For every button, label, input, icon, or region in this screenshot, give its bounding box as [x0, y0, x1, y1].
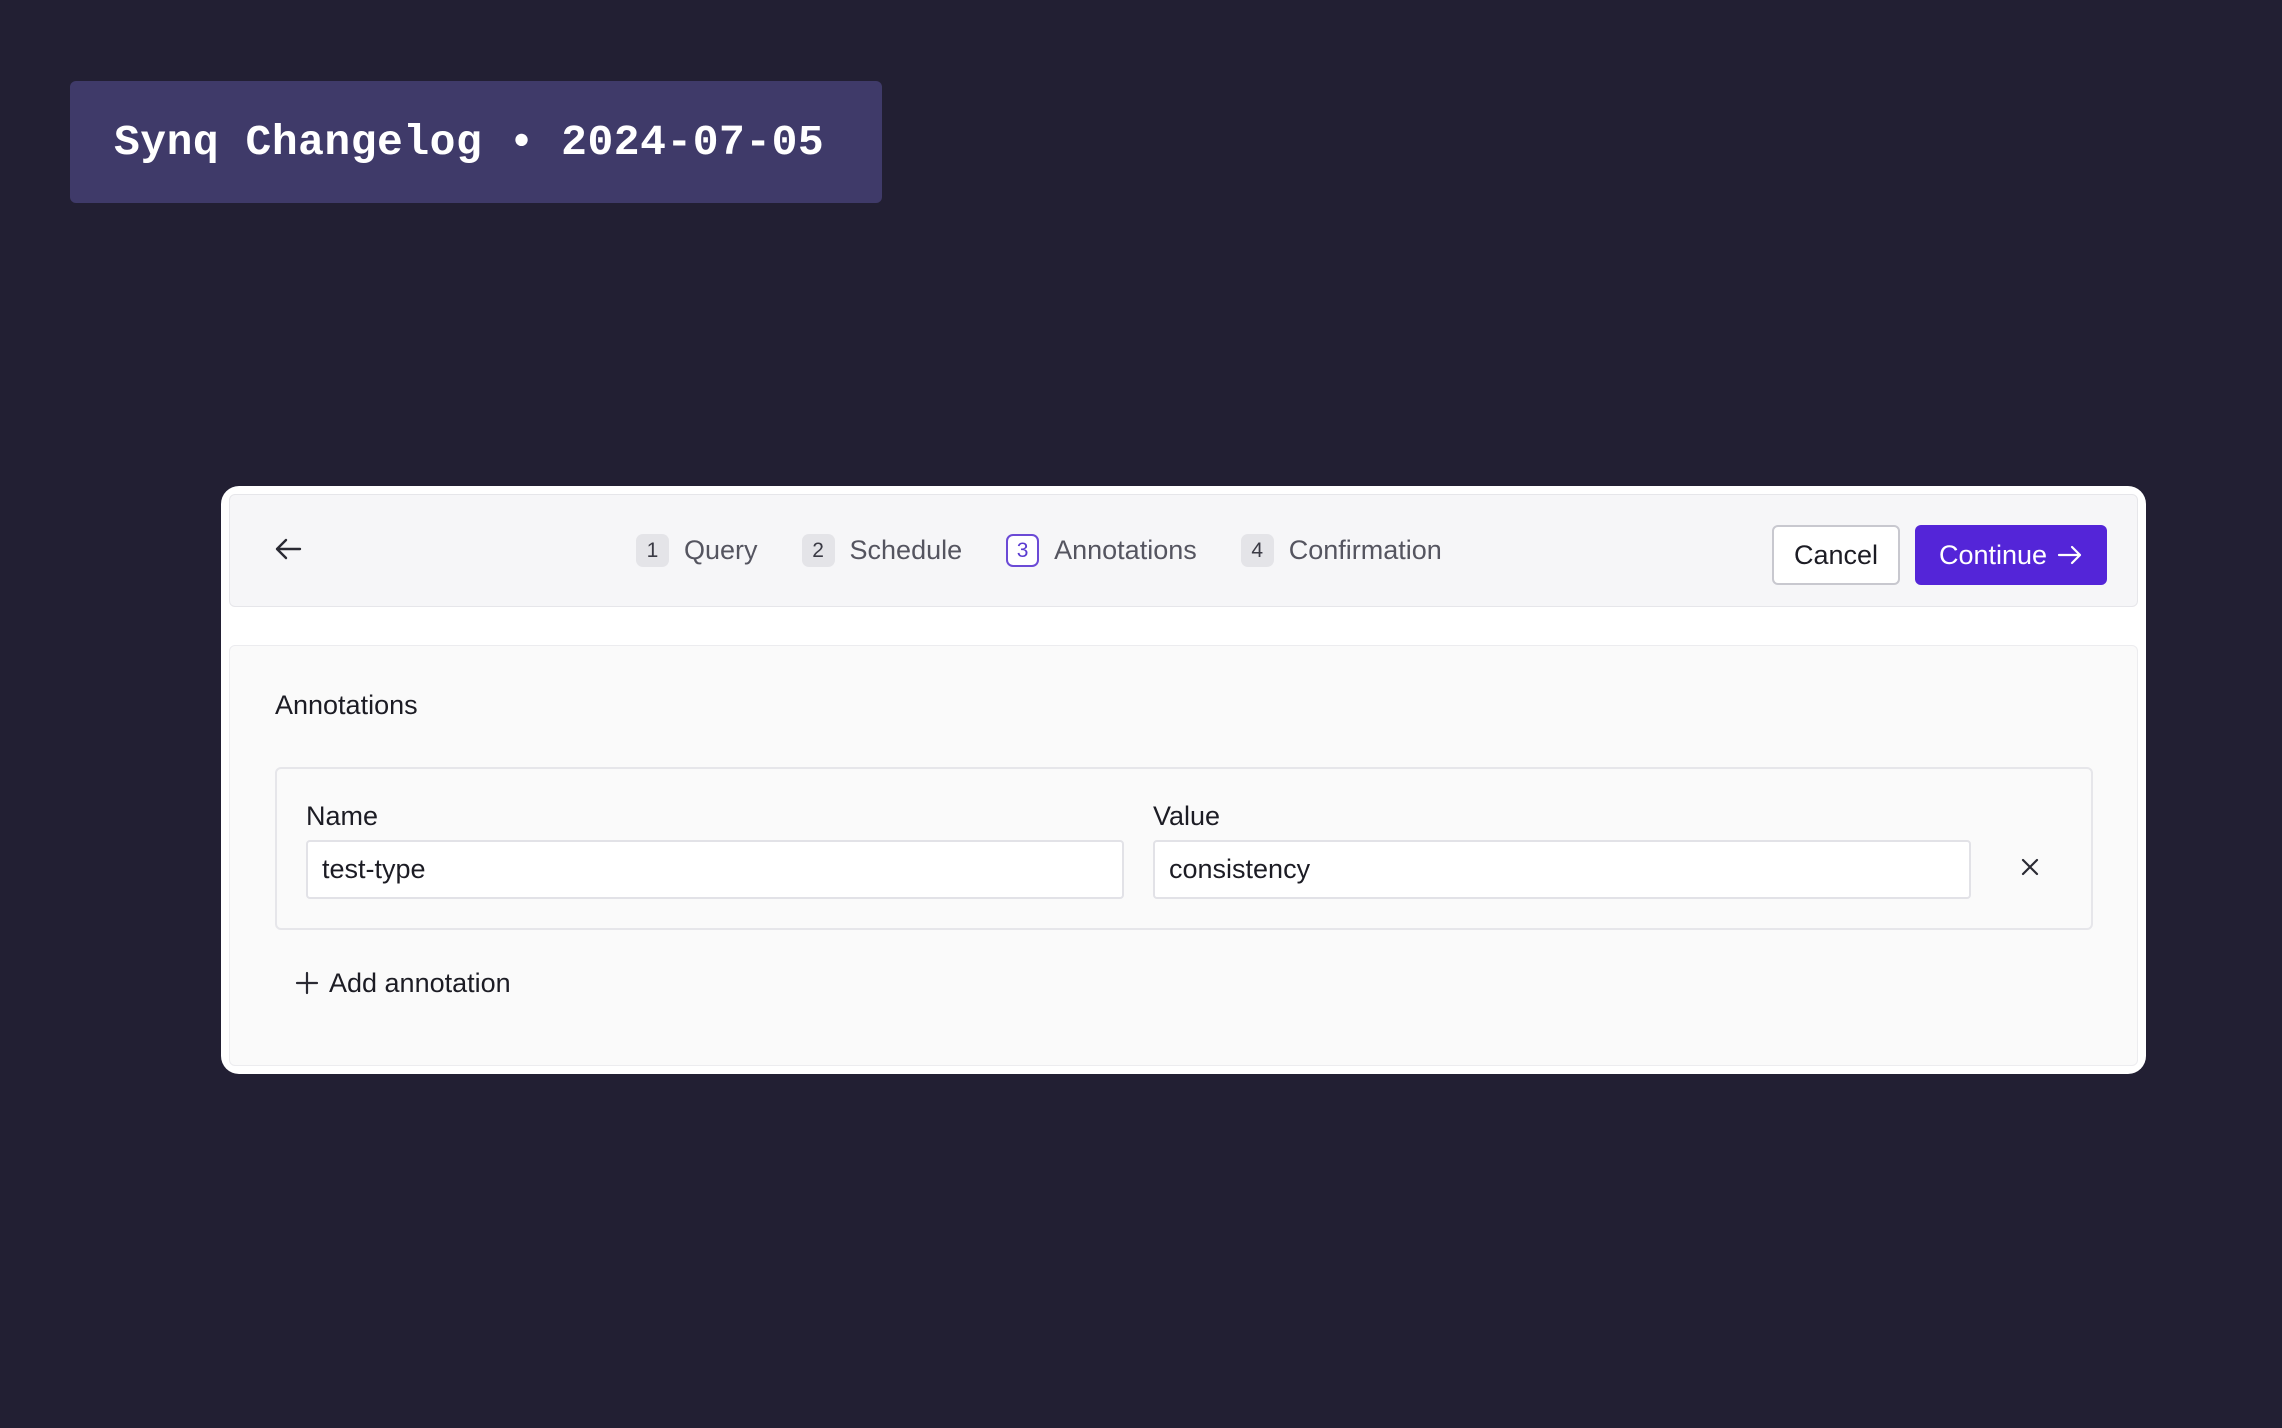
plus-icon: [295, 971, 319, 995]
continue-label: Continue: [1938, 539, 2048, 570]
section-title: Annotations: [275, 690, 418, 720]
step-confirmation[interactable]: 4 Confirmation: [1240, 534, 1442, 567]
step-number: 1: [636, 534, 669, 567]
close-icon: [2020, 857, 2040, 882]
step-label: Query: [684, 535, 758, 565]
step-label: Annotations: [1054, 535, 1197, 565]
annotation-row: Name Value: [275, 767, 2093, 930]
annotation-name-input[interactable]: [306, 840, 1124, 899]
annotation-value-input[interactable]: [1153, 840, 1971, 899]
back-button[interactable]: [268, 531, 308, 571]
name-label: Name: [306, 801, 379, 831]
step-schedule[interactable]: 2 Schedule: [801, 534, 963, 567]
wizard-header: 1 Query 2 Schedule 3 Annotations 4 Confi…: [229, 494, 2138, 607]
step-query[interactable]: 1 Query: [636, 534, 758, 567]
step-annotations[interactable]: 3 Annotations: [1006, 534, 1197, 567]
step-number: 4: [1240, 534, 1274, 567]
wizard-steps: 1 Query 2 Schedule 3 Annotations 4 Confi…: [636, 495, 1486, 606]
annotations-panel: Annotations Name Value Add annotation: [229, 645, 2138, 1066]
step-label: Schedule: [849, 535, 963, 565]
changelog-banner: Synq Changelog • 2024-07-05: [70, 81, 882, 203]
continue-button[interactable]: Continue: [1915, 525, 2107, 585]
step-label: Confirmation: [1288, 535, 1442, 565]
add-annotation-button[interactable]: Add annotation: [295, 961, 511, 1005]
arrow-left-icon: [274, 537, 302, 566]
step-number: 2: [801, 534, 835, 567]
value-label: Value: [1153, 801, 1221, 831]
annotation-wizard-card: 1 Query 2 Schedule 3 Annotations 4 Confi…: [221, 486, 2146, 1074]
arrow-right-icon: [2057, 544, 2083, 566]
add-annotation-label: Add annotation: [329, 967, 511, 998]
banner-title: Synq Changelog • 2024-07-05: [114, 117, 825, 167]
remove-annotation-button[interactable]: [2010, 849, 2050, 889]
step-number-active: 3: [1006, 534, 1040, 567]
cancel-button[interactable]: Cancel: [1772, 525, 1900, 585]
